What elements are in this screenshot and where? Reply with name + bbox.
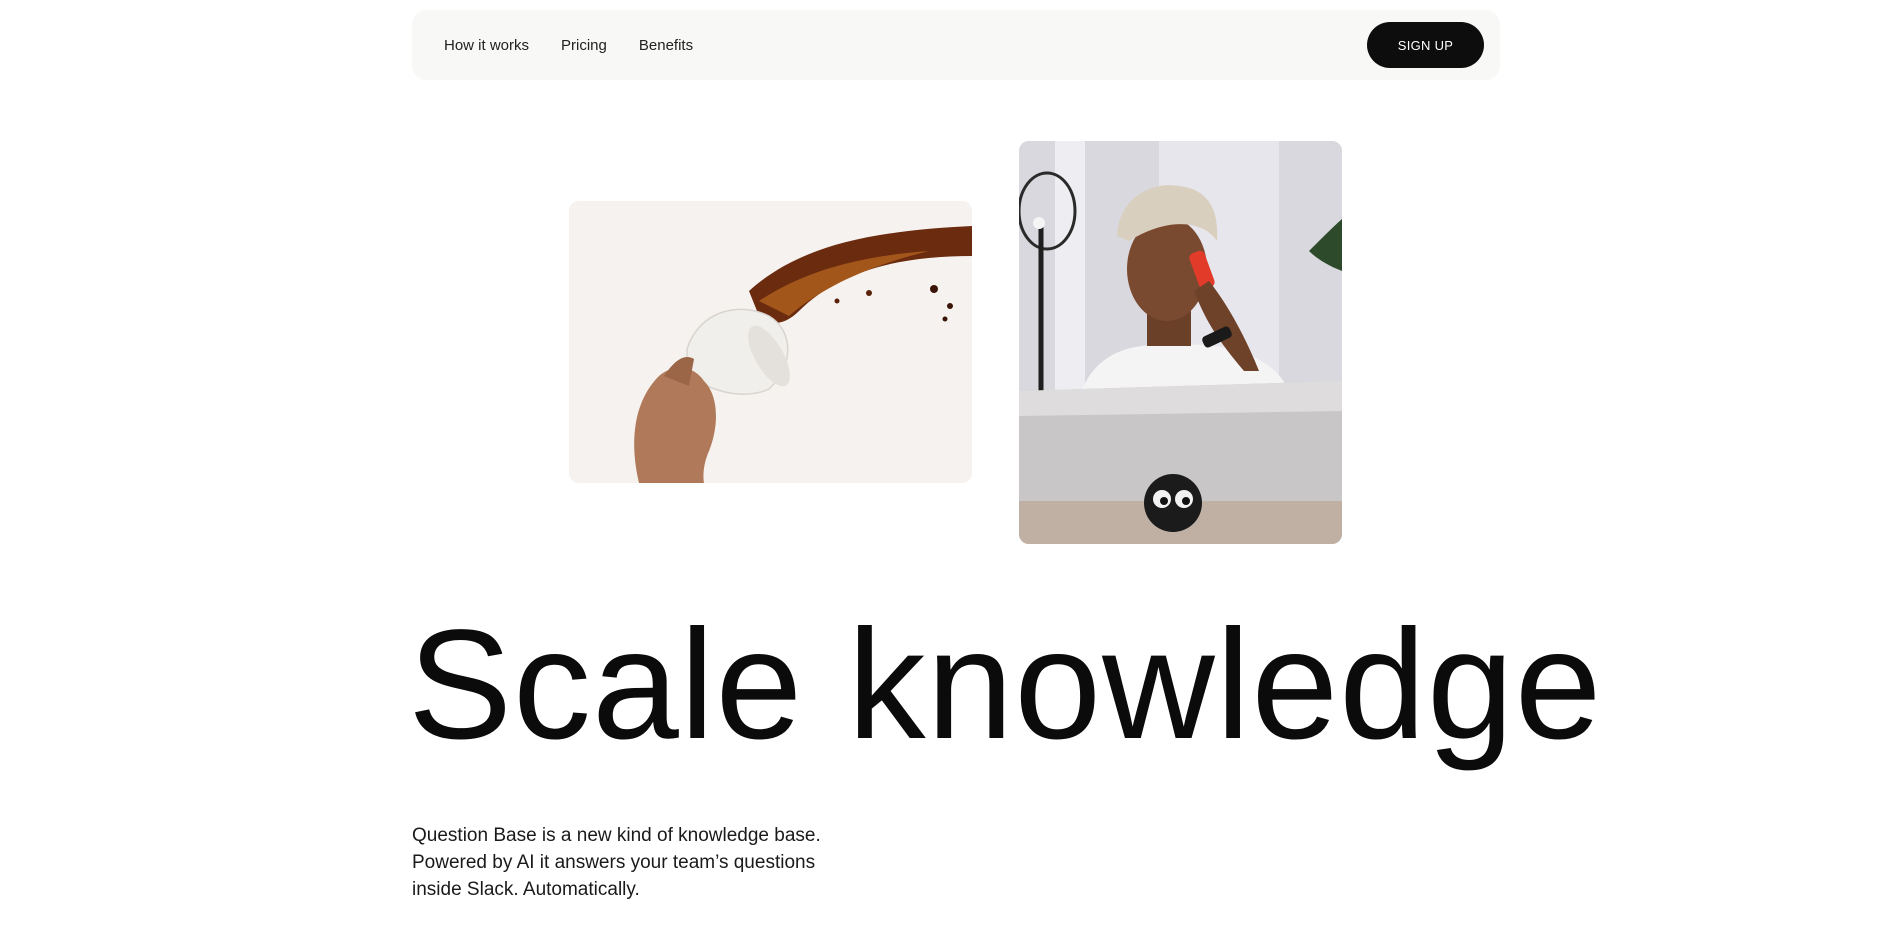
hero-subtitle: Question Base is a new kind of knowledge… — [412, 822, 852, 903]
landing-page: How it works Pricing Benefits SIGN UP Sc… — [0, 0, 1897, 935]
nav-link-benefits[interactable]: Benefits — [639, 37, 693, 54]
hero-subtitle-line: Powered by AI it answers your team’s que… — [412, 852, 816, 873]
hero-subtitle-line: inside Slack. Automatically. — [412, 879, 640, 900]
hero-subtitle-line: Question Base is a new kind of knowledge… — [412, 825, 821, 846]
nav-link-how-it-works[interactable]: How it works — [444, 37, 529, 54]
nav-links: How it works Pricing Benefits — [444, 10, 693, 80]
hero-title: Scale knowledge — [408, 598, 1603, 772]
coffee-spill-image — [569, 201, 972, 483]
top-navigation: How it works Pricing Benefits SIGN UP — [412, 10, 1500, 80]
man-on-phone-image — [1019, 141, 1342, 544]
sign-up-button[interactable]: SIGN UP — [1367, 22, 1484, 68]
nav-link-pricing[interactable]: Pricing — [561, 37, 607, 54]
